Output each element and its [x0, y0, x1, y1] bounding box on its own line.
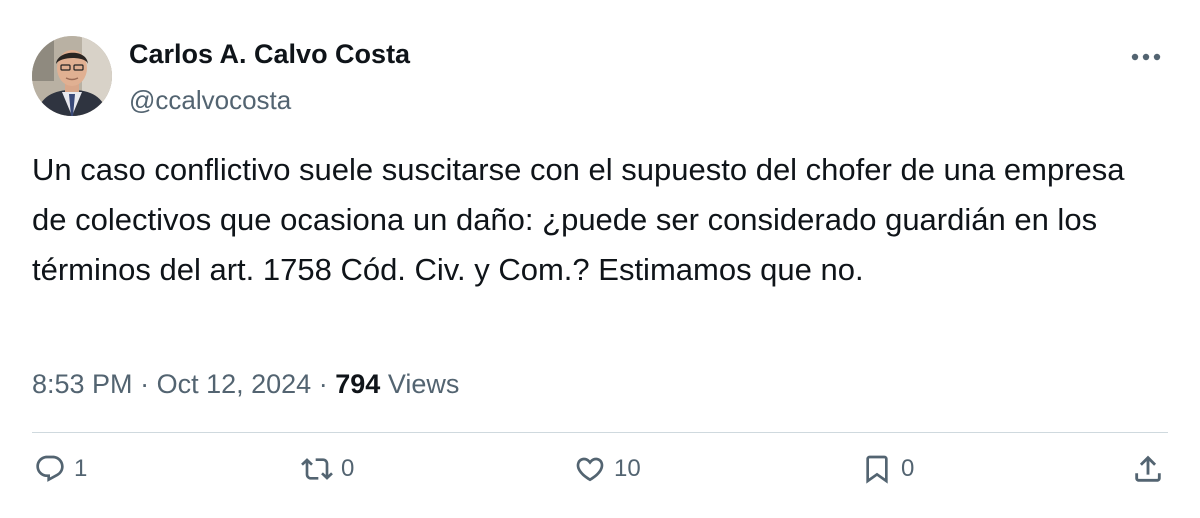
views-count: 794: [335, 369, 381, 399]
divider: [32, 432, 1168, 433]
like-button[interactable]: 10: [574, 452, 641, 486]
like-count: 10: [614, 455, 641, 482]
avatar[interactable]: [32, 36, 112, 116]
tweet-time[interactable]: 8:53 PM: [32, 369, 133, 399]
tweet-card: Carlos A. Calvo Costa @ccalvocosta Un ca…: [0, 0, 1200, 518]
more-options-button[interactable]: [1124, 40, 1168, 74]
tweet-date[interactable]: Oct 12, 2024: [157, 369, 312, 399]
share-icon: [1135, 455, 1161, 482]
bookmark-count: 0: [901, 455, 915, 482]
bookmark-button[interactable]: 0: [861, 452, 914, 486]
retweet-button[interactable]: 0: [301, 452, 354, 486]
meta-separator: ·: [140, 369, 150, 399]
heart-icon: [576, 457, 604, 482]
author-name[interactable]: Carlos A. Calvo Costa: [129, 38, 410, 70]
retweet-icon: [301, 458, 333, 480]
author-handle[interactable]: @ccalvocosta: [129, 84, 291, 116]
reply-icon: [36, 455, 64, 482]
bookmark-icon: [866, 455, 888, 484]
reply-count: 1: [74, 455, 88, 482]
views-label: Views: [387, 369, 460, 399]
reply-button[interactable]: 1: [34, 452, 87, 486]
more-horizontal-icon: [1131, 53, 1161, 61]
share-button[interactable]: [1131, 452, 1165, 486]
meta-separator: ·: [318, 369, 328, 399]
retweet-count: 0: [341, 455, 355, 482]
avatar-photo: [32, 36, 112, 116]
tweet-text: Un caso conflictivo suele suscitarse con…: [32, 152, 1134, 287]
tweet-meta: 8:53 PM · Oct 12, 2024 · 794 Views: [32, 366, 459, 402]
